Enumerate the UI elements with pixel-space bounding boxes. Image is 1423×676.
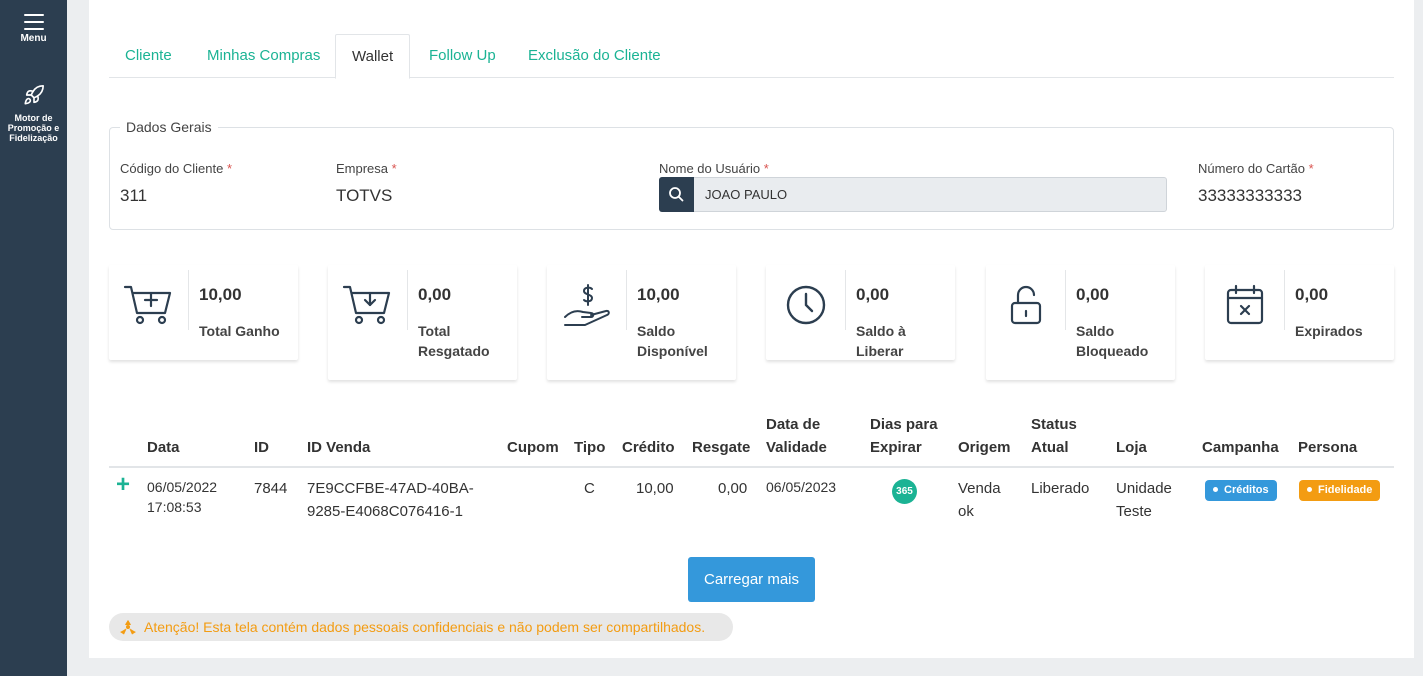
motor-label-line1: Motor de (14, 113, 53, 123)
card-saldo-disponivel: 10,00 Saldo Disponível (547, 265, 736, 380)
cell-data: 06/05/2022 17:08:53 (147, 479, 218, 515)
card-total-resgatado: 0,00 Total Resgatado (328, 265, 517, 380)
th-status-atual: Status Atual (1031, 416, 1077, 456)
cell-id: 7844 (254, 480, 288, 497)
rocket-icon (23, 85, 44, 105)
codigo-cliente-label: Código do Cliente * (120, 161, 233, 176)
card-value: 0,00 (418, 285, 452, 304)
card-value: 0,00 (1295, 285, 1329, 304)
radiation-icon (120, 620, 136, 635)
card-saldo-liberar: 0,00 Saldo à Liberar (766, 265, 955, 360)
tab-exclusao-cliente[interactable]: Exclusão do Cliente (512, 34, 677, 78)
card-caption: Total Resgatado (418, 323, 490, 359)
nome-usuario-value: JOAO PAULO (705, 187, 788, 202)
th-tipo: Tipo (574, 439, 606, 456)
card-value: 0,00 (1076, 285, 1110, 304)
cart-plus-icon (123, 285, 172, 325)
numero-cartao-label: Número do Cartão * (1198, 161, 1314, 176)
cell-tipo: C (584, 480, 595, 497)
card-value: 0,00 (856, 285, 890, 304)
th-cupom: Cupom (507, 439, 559, 456)
card-total-ganho: 10,00 Total Ganho (109, 265, 298, 360)
motor-label-line2: Promoção e (7, 123, 60, 133)
nome-usuario-label: Nome do Usuário * (659, 161, 769, 176)
card-value: 10,00 (637, 285, 680, 304)
calendar-x-icon (1226, 284, 1264, 325)
menu-label: Menu (20, 33, 47, 44)
card-caption: Saldo à Liberar (856, 323, 906, 359)
campanha-badge: Créditos (1205, 480, 1277, 501)
alert-text: Atenção! Esta tela contém dados pessoais… (144, 619, 706, 635)
th-campanha: Campanha (1202, 439, 1279, 456)
th-persona: Persona (1298, 439, 1358, 456)
th-loja: Loja (1116, 439, 1147, 456)
th-id: ID (254, 439, 269, 456)
th-credito: Crédito (622, 439, 675, 456)
tab-follow-up[interactable]: Follow Up (413, 34, 512, 78)
tab-minhas-compras[interactable]: Minhas Compras (191, 34, 336, 78)
cell-origem: Venda ok (958, 480, 1001, 520)
persona-badge: Fidelidade (1299, 480, 1381, 501)
cell-credito: 10,00 (636, 480, 674, 497)
th-data: Data (147, 439, 180, 456)
th-origem: Origem (958, 439, 1011, 456)
empresa-value: TOTVS (336, 186, 393, 205)
th-dias-expirar: Dias para Expirar (870, 416, 938, 456)
cart-download-icon (342, 285, 391, 325)
dias-expirar-badge: 365 (892, 479, 917, 504)
nome-usuario-field[interactable]: JOAO PAULO (659, 177, 1167, 212)
numero-cartao-value: 33333333333 (1198, 186, 1303, 205)
motor-label-line3: Fidelização (9, 133, 58, 143)
th-validade: Data de Validade (766, 416, 827, 456)
dados-gerais-fieldset: Dados Gerais Código do Cliente * 311 Emp… (109, 119, 1394, 230)
card-caption: Expirados (1295, 323, 1363, 339)
sidebar: Menu Motor de Promoção e Fidelização (0, 0, 67, 676)
cell-id-venda: 7E9CCFBE-47AD-40BA- 9285-E4068C076416-1 (307, 480, 474, 520)
th-resgate: Resgate (692, 439, 751, 456)
expand-row-button[interactable]: + (116, 473, 130, 497)
search-button[interactable] (659, 177, 694, 212)
cell-validade: 06/05/2023 (766, 479, 837, 495)
cell-status: Liberado (1031, 480, 1090, 497)
menu-button[interactable]: Menu (0, 14, 67, 44)
card-value: 10,00 (199, 285, 242, 304)
card-caption: Saldo Bloqueado (1076, 323, 1149, 359)
search-icon (669, 187, 684, 202)
card-expirados: 0,00 Expirados (1205, 265, 1394, 360)
th-id-venda: ID Venda (307, 439, 371, 456)
unlock-icon (1010, 285, 1042, 325)
hand-dollar-icon (564, 284, 610, 326)
confidential-alert: Atenção! Esta tela contém dados pessoais… (109, 613, 733, 641)
tab-wallet[interactable]: Wallet (335, 34, 411, 79)
clock-icon (786, 285, 826, 325)
dados-gerais-legend: Dados Gerais (120, 119, 218, 135)
cell-loja: Unidade Teste (1116, 480, 1172, 520)
card-caption: Saldo Disponível (637, 323, 708, 359)
empresa-label: Empresa * (336, 161, 397, 176)
tab-cliente[interactable]: Cliente (109, 34, 188, 78)
cell-resgate: 0,00 (718, 480, 748, 497)
card-saldo-bloqueado: 0,00 Saldo Bloqueado (986, 265, 1175, 380)
carregar-mais-button[interactable]: Carregar mais (688, 557, 815, 602)
codigo-cliente-value: 311 (120, 186, 148, 205)
tab-bar: Cliente Minhas Compras Wallet Follow Up … (109, 34, 1394, 79)
sidebar-item-motor-promocao[interactable]: Motor de Promoção e Fidelização (0, 84, 67, 143)
hamburger-icon (23, 14, 44, 30)
card-caption: Total Ganho (199, 323, 280, 339)
